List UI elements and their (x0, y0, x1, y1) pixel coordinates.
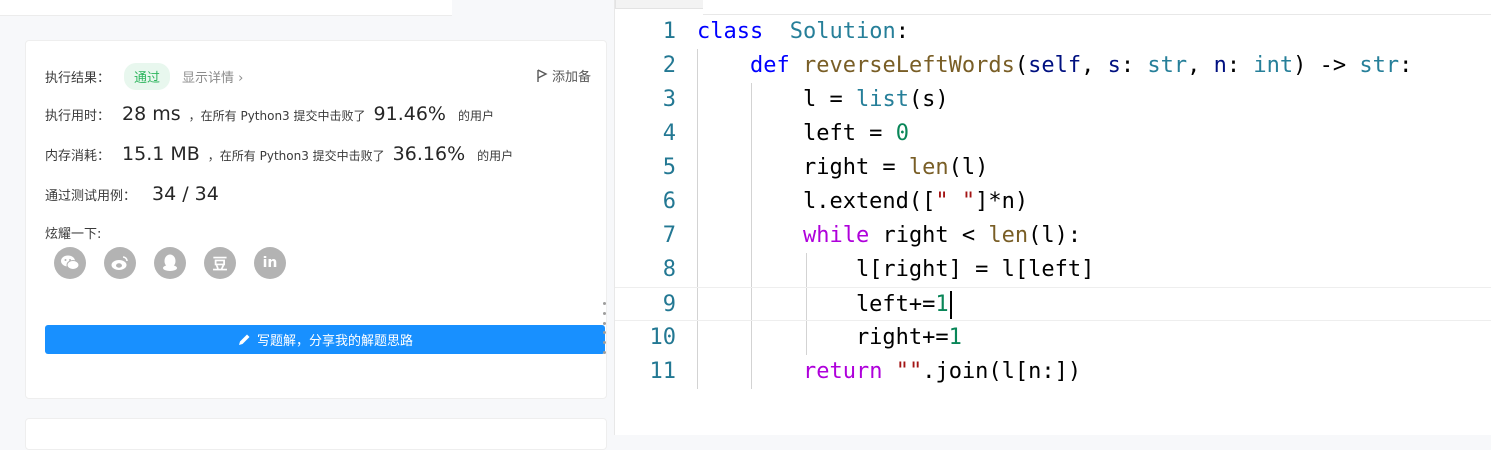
code-text[interactable]: l.extend([" "]*n) (697, 185, 1028, 219)
memory-label: 内存消耗： (45, 149, 111, 164)
code-line[interactable]: 3 l = list(s) (615, 83, 1491, 117)
code-text[interactable]: class Solution: (697, 15, 909, 49)
line-number: 7 (662, 223, 676, 248)
code-line[interactable]: 11 return "".join(l[n:]) (615, 355, 1491, 389)
code-line[interactable]: 5 right = len(l) (615, 151, 1491, 185)
status-badge: 通过 (124, 63, 171, 90)
qq-icon[interactable] (154, 247, 186, 279)
linkedin-glyph: in (262, 255, 278, 271)
code-line[interactable]: 4 left = 0 (615, 117, 1491, 151)
code-text[interactable]: l = list(s) (697, 83, 949, 117)
add-note-label: 添加备 (552, 70, 592, 85)
share-label: 炫耀一下: (45, 227, 102, 242)
next-card (25, 418, 607, 450)
memory-suffix: 的用户 (477, 149, 514, 163)
top-strip (0, 0, 452, 16)
douban-glyph: 豆 (212, 254, 228, 273)
code-editor[interactable]: 1 class Solution: 2 def reverseLeftWords(s… (614, 0, 1491, 435)
add-note-button[interactable]: 添加备 (536, 66, 591, 85)
code-text[interactable]: right = len(l) (697, 151, 988, 185)
runtime-value: 28 ms (122, 103, 181, 125)
line-number: 6 (662, 189, 676, 214)
code-text[interactable]: left+=1 (697, 288, 952, 322)
wechat-icon[interactable] (54, 247, 86, 279)
code-text[interactable]: return "".join(l[n:]) (697, 355, 1081, 389)
editor-tab[interactable] (615, 0, 705, 9)
douban-icon[interactable]: 豆 (204, 247, 236, 279)
exec-result-row: 执行结果： 通过 显示详情 › (45, 63, 243, 90)
code-line[interactable]: 1 class Solution: (615, 15, 1491, 49)
code-text[interactable]: l[right] = l[left] (697, 253, 1094, 287)
testcases-value: 34 / 34 (152, 183, 219, 205)
memory-row: 内存消耗： 15.1 MB ，在所有 Python3 提交中击败了 36.16%… (45, 143, 513, 165)
testcases-row: 通过测试用例： 34 / 34 (45, 183, 219, 205)
weibo-icon[interactable] (104, 247, 136, 279)
memory-value: 15.1 MB (122, 143, 200, 165)
line-number: 1 (662, 19, 676, 44)
code-text[interactable]: right+=1 (697, 321, 962, 355)
runtime-percent: 91.46% (373, 103, 446, 125)
pencil-icon (238, 334, 250, 345)
text-cursor (949, 291, 952, 319)
memory-percent: 36.16% (392, 143, 466, 165)
code-line[interactable]: 6 l.extend([" "]*n) (615, 185, 1491, 219)
resize-handle[interactable] (602, 302, 606, 354)
code-line[interactable]: 8 l[right] = l[left] (615, 253, 1491, 287)
write-solution-label: 写题解，分享我的解题思路 (256, 334, 413, 349)
line-number: 5 (662, 155, 676, 180)
show-details-link[interactable]: 显示详情 › (182, 67, 243, 86)
linkedin-icon[interactable]: in (254, 247, 286, 279)
code-line[interactable]: 7 while right < len(l): (615, 219, 1491, 253)
line-number: 8 (662, 257, 676, 282)
editor-header (703, 0, 1491, 15)
line-number: 3 (662, 87, 676, 112)
write-solution-button[interactable]: 写题解，分享我的解题思路 (45, 325, 605, 354)
share-icons: 豆 in (54, 247, 286, 279)
line-number: 10 (649, 325, 677, 350)
result-card: 执行结果： 通过 显示详情 › 添加备 执行用时： 28 ms ，在所有 Pyt… (25, 40, 607, 399)
code-line[interactable]: 2 def reverseLeftWords(self, s: str, n: … (615, 49, 1491, 83)
runtime-text: ，在所有 Python3 提交中击败了 (188, 109, 366, 123)
share-label-row: 炫耀一下: (45, 223, 101, 242)
runtime-suffix: 的用户 (457, 109, 494, 123)
code-text[interactable]: while right < len(l): (697, 219, 1081, 253)
runtime-label: 执行用时： (45, 109, 111, 124)
line-number: 9 (662, 292, 676, 317)
submission-result-panel: 执行结果： 通过 显示详情 › 添加备 执行用时： 28 ms ，在所有 Pyt… (0, 0, 607, 450)
testcases-label: 通过测试用例： (45, 189, 137, 204)
runtime-row: 执行用时： 28 ms ，在所有 Python3 提交中击败了 91.46% 的… (45, 103, 494, 125)
code-line[interactable]: 10 right+=1 (615, 321, 1491, 355)
exec-result-label: 执行结果： (45, 71, 111, 86)
line-number: 4 (662, 121, 676, 146)
code-text[interactable]: left = 0 (697, 117, 909, 151)
line-number: 2 (662, 53, 676, 78)
flag-icon (537, 68, 548, 82)
line-number: 11 (649, 359, 677, 384)
code-text[interactable]: def reverseLeftWords(self, s: str, n: in… (697, 49, 1412, 83)
code-line[interactable]: 9 left+=1 (615, 287, 1491, 321)
memory-text: ，在所有 Python3 提交中击败了 (207, 149, 385, 163)
